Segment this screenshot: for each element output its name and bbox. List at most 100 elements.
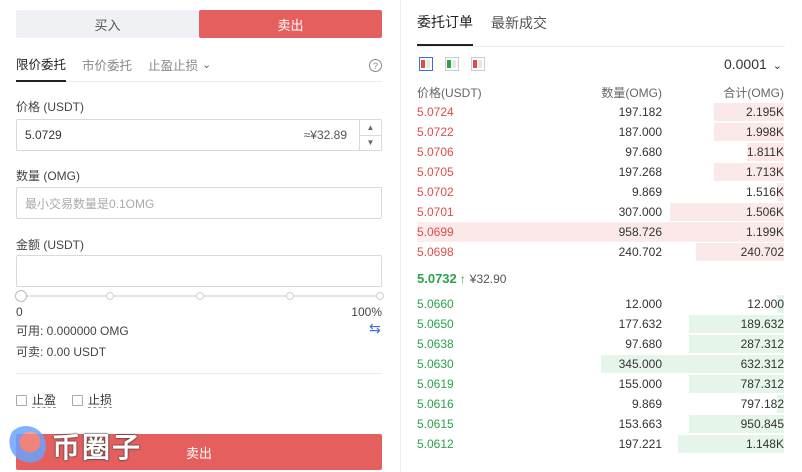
trade-panel: 买入 卖出 限价委托 市价委托 止盈止损 ⌄ ? 价格 (USDT) 5.0729… bbox=[0, 0, 394, 472]
row-sum: 1.998K bbox=[745, 125, 784, 139]
divider bbox=[417, 46, 785, 47]
order-type-tabs: 限价委托 市价委托 止盈止损 ⌄ ? bbox=[16, 48, 382, 82]
stop-loss-label: 止损 bbox=[88, 393, 113, 408]
view-asks-icon[interactable] bbox=[471, 57, 485, 71]
row-qty: 958.726 bbox=[618, 225, 662, 239]
orderbook-row[interactable]: 5.0698 240.702 240.702 bbox=[417, 242, 784, 262]
orderbook-panel: 委托订单 最新成交 0.0001 ⌄ 价格(USDT) 数量(OMG) 合计(OM… bbox=[400, 0, 800, 472]
percent-slider[interactable] bbox=[15, 290, 384, 302]
orderbook-header: 价格(USDT) 数量(OMG) 合计(OMG) bbox=[417, 84, 784, 100]
orderbook-row[interactable]: 5.0616 9.869 797.182 bbox=[417, 394, 784, 414]
price-value: 5.0729 bbox=[25, 128, 62, 142]
row-price: 5.0630 bbox=[417, 357, 454, 371]
slider-mark-100[interactable] bbox=[376, 292, 384, 300]
row-qty: 97.680 bbox=[625, 337, 662, 351]
quantity-input[interactable]: 最小交易数量是0.1OMG bbox=[16, 187, 382, 219]
increment-icon[interactable]: ▲ bbox=[360, 120, 381, 135]
help-icon[interactable]: ? bbox=[369, 59, 382, 72]
tab-stop-order[interactable]: 止盈止损 ⌄ bbox=[148, 48, 211, 82]
row-qty: 197.221 bbox=[618, 437, 662, 451]
slider-mark-25[interactable] bbox=[106, 292, 114, 300]
row-sum: 189.632 bbox=[740, 317, 784, 331]
available-balance: 可用: 0.000000 OMG bbox=[16, 324, 129, 338]
orderbook-row[interactable]: 5.0702 9.869 1.516K bbox=[417, 182, 784, 202]
orderbook-row[interactable]: 5.0650 177.632 189.632 bbox=[417, 314, 784, 334]
row-price: 5.0702 bbox=[417, 185, 454, 199]
price-converted: ≈¥32.89 bbox=[303, 128, 347, 142]
row-sum: 632.312 bbox=[740, 357, 784, 371]
decrement-icon[interactable]: ▼ bbox=[360, 134, 381, 151]
depth-bar bbox=[431, 223, 784, 241]
orderbook-row[interactable]: 5.0630 345.000 632.312 bbox=[417, 354, 784, 374]
sell-tab[interactable]: 卖出 bbox=[199, 10, 382, 38]
orderbook-row[interactable]: 5.0724 197.182 2.195K bbox=[417, 102, 784, 122]
orderbook-row[interactable]: 5.0615 153.663 950.845 bbox=[417, 414, 784, 434]
row-price: 5.0706 bbox=[417, 145, 454, 159]
row-price: 5.0615 bbox=[417, 417, 454, 431]
bids-list: 5.0660 12.000 12.000 5.0650 177.632 189.632 5.… bbox=[417, 294, 784, 454]
slider-mark-75[interactable] bbox=[286, 292, 294, 300]
stop-loss-checkbox[interactable]: 止损 bbox=[72, 393, 113, 408]
row-sum: 1.148K bbox=[745, 437, 784, 451]
row-price: 5.0660 bbox=[417, 297, 454, 311]
amount-input[interactable] bbox=[16, 255, 382, 287]
tab-market-order[interactable]: 市价委托 bbox=[82, 48, 132, 82]
slider-mark-50[interactable] bbox=[196, 292, 204, 300]
row-sum: 787.312 bbox=[740, 377, 784, 391]
orderbook-row[interactable]: 5.0660 12.000 12.000 bbox=[417, 294, 784, 314]
row-sum: 1.811K bbox=[746, 145, 784, 159]
checkbox-icon bbox=[16, 395, 27, 406]
row-qty: 345.000 bbox=[618, 357, 662, 371]
watermark-text: 币圈子 bbox=[52, 431, 143, 464]
precision-value: 0.0001 bbox=[723, 56, 767, 72]
chevron-down-icon: ⌄ bbox=[202, 59, 212, 71]
precision-select[interactable]: 0.0001 ⌄ bbox=[724, 56, 782, 72]
arrow-up-icon: ↑ bbox=[459, 272, 466, 286]
tab-limit-order[interactable]: 限价委托 bbox=[16, 48, 67, 82]
row-sum: 1.506K bbox=[745, 205, 784, 219]
watermark: 币圈子 bbox=[6, 420, 166, 472]
row-qty: 177.632 bbox=[618, 317, 662, 331]
orderbook-row[interactable]: 5.0706 97.680 1.811K bbox=[417, 142, 784, 162]
row-qty: 197.182 bbox=[618, 105, 662, 119]
row-sum: 240.702 bbox=[740, 245, 784, 259]
tab-orderbook[interactable]: 委托订单 bbox=[417, 0, 473, 46]
tab-stop-order-label: 止盈止损 bbox=[148, 59, 199, 73]
row-price: 5.0619 bbox=[417, 377, 454, 391]
orderbook-row[interactable]: 5.0699 958.726 1.199K bbox=[417, 222, 784, 242]
slider-handle[interactable] bbox=[15, 290, 27, 302]
row-price: 5.0612 bbox=[417, 437, 454, 451]
transfer-icon[interactable]: ⇆ bbox=[369, 320, 381, 337]
view-bids-icon[interactable] bbox=[445, 57, 459, 71]
tab-latest-trades[interactable]: 最新成交 bbox=[491, 0, 547, 46]
header-price: 价格(USDT) bbox=[417, 86, 482, 100]
orderbook-row[interactable]: 5.0638 97.680 287.312 bbox=[417, 334, 784, 354]
row-qty: 9.869 bbox=[631, 397, 662, 411]
price-input[interactable]: 5.0729 ≈¥32.89 ▲ ▼ bbox=[16, 119, 382, 151]
row-qty: 153.663 bbox=[618, 417, 662, 431]
orderbook-row[interactable]: 5.0701 307.000 1.506K bbox=[417, 202, 784, 222]
row-price: 5.0699 bbox=[417, 225, 454, 239]
row-qty: 9.869 bbox=[631, 185, 662, 199]
row-price: 5.0616 bbox=[417, 397, 454, 411]
orderbook-row[interactable]: 5.0722 187.000 1.998K bbox=[417, 122, 784, 142]
price-label: 价格 (USDT) bbox=[16, 100, 84, 114]
orderbook-row[interactable]: 5.0612 197.221 1.148K bbox=[417, 434, 784, 454]
orderbook-tabs: 委托订单 最新成交 bbox=[417, 0, 565, 46]
row-price: 5.0705 bbox=[417, 165, 454, 179]
row-price: 5.0701 bbox=[417, 205, 454, 219]
checkbox-icon bbox=[72, 395, 83, 406]
slider-max-label: 100% bbox=[351, 305, 382, 319]
quantity-label: 数量 (OMG) bbox=[16, 169, 80, 183]
row-sum: 950.845 bbox=[740, 417, 784, 431]
row-qty: 97.680 bbox=[625, 145, 662, 159]
orderbook-row[interactable]: 5.0619 155.000 787.312 bbox=[417, 374, 784, 394]
row-sum: 1.199K bbox=[745, 225, 784, 239]
side-switch: 买入 卖出 bbox=[16, 10, 382, 38]
amount-label: 金额 (USDT) bbox=[16, 238, 84, 252]
view-both-icon[interactable] bbox=[419, 57, 433, 71]
take-profit-checkbox[interactable]: 止盈 bbox=[16, 393, 57, 408]
orderbook-row[interactable]: 5.0705 197.268 1.713K bbox=[417, 162, 784, 182]
row-qty: 197.268 bbox=[618, 165, 662, 179]
buy-tab[interactable]: 买入 bbox=[16, 10, 199, 38]
